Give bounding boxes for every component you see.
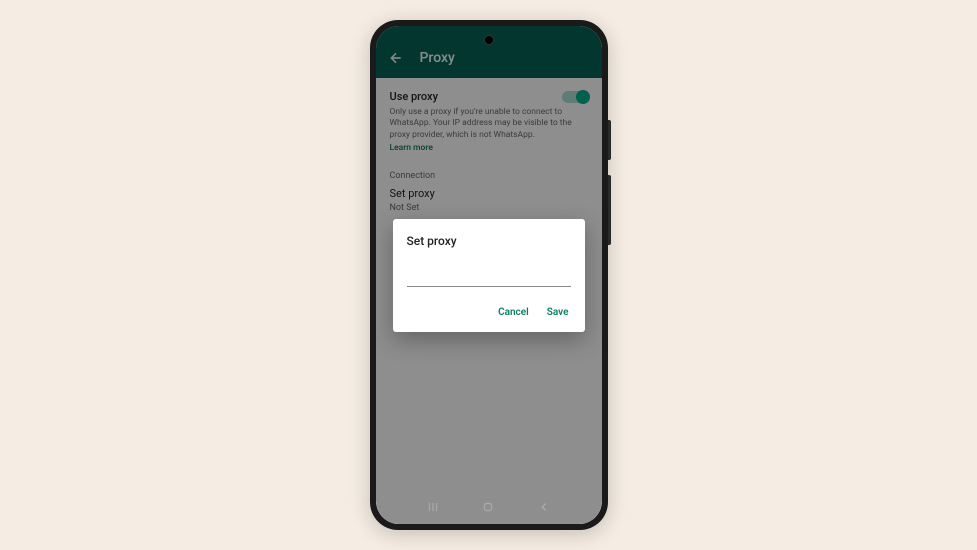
save-button[interactable]: Save <box>545 303 571 322</box>
recents-icon[interactable] <box>426 500 440 514</box>
dialog-title: Set proxy <box>407 234 571 248</box>
proxy-input[interactable] <box>407 269 571 287</box>
dialog-actions: Cancel Save <box>407 303 571 322</box>
phone-side-button <box>608 120 611 160</box>
camera-notch <box>484 35 494 45</box>
back-icon[interactable] <box>537 500 551 514</box>
set-proxy-dialog: Set proxy Cancel Save <box>393 219 585 332</box>
modal-overlay[interactable]: Set proxy Cancel Save <box>376 26 602 524</box>
phone-side-button <box>608 175 611 245</box>
cancel-button[interactable]: Cancel <box>496 303 531 322</box>
home-icon[interactable] <box>481 500 495 514</box>
phone-screen: Proxy Use proxy Only use a proxy if you'… <box>376 26 602 524</box>
android-nav-bar <box>376 490 602 524</box>
phone-frame: Proxy Use proxy Only use a proxy if you'… <box>370 20 608 530</box>
